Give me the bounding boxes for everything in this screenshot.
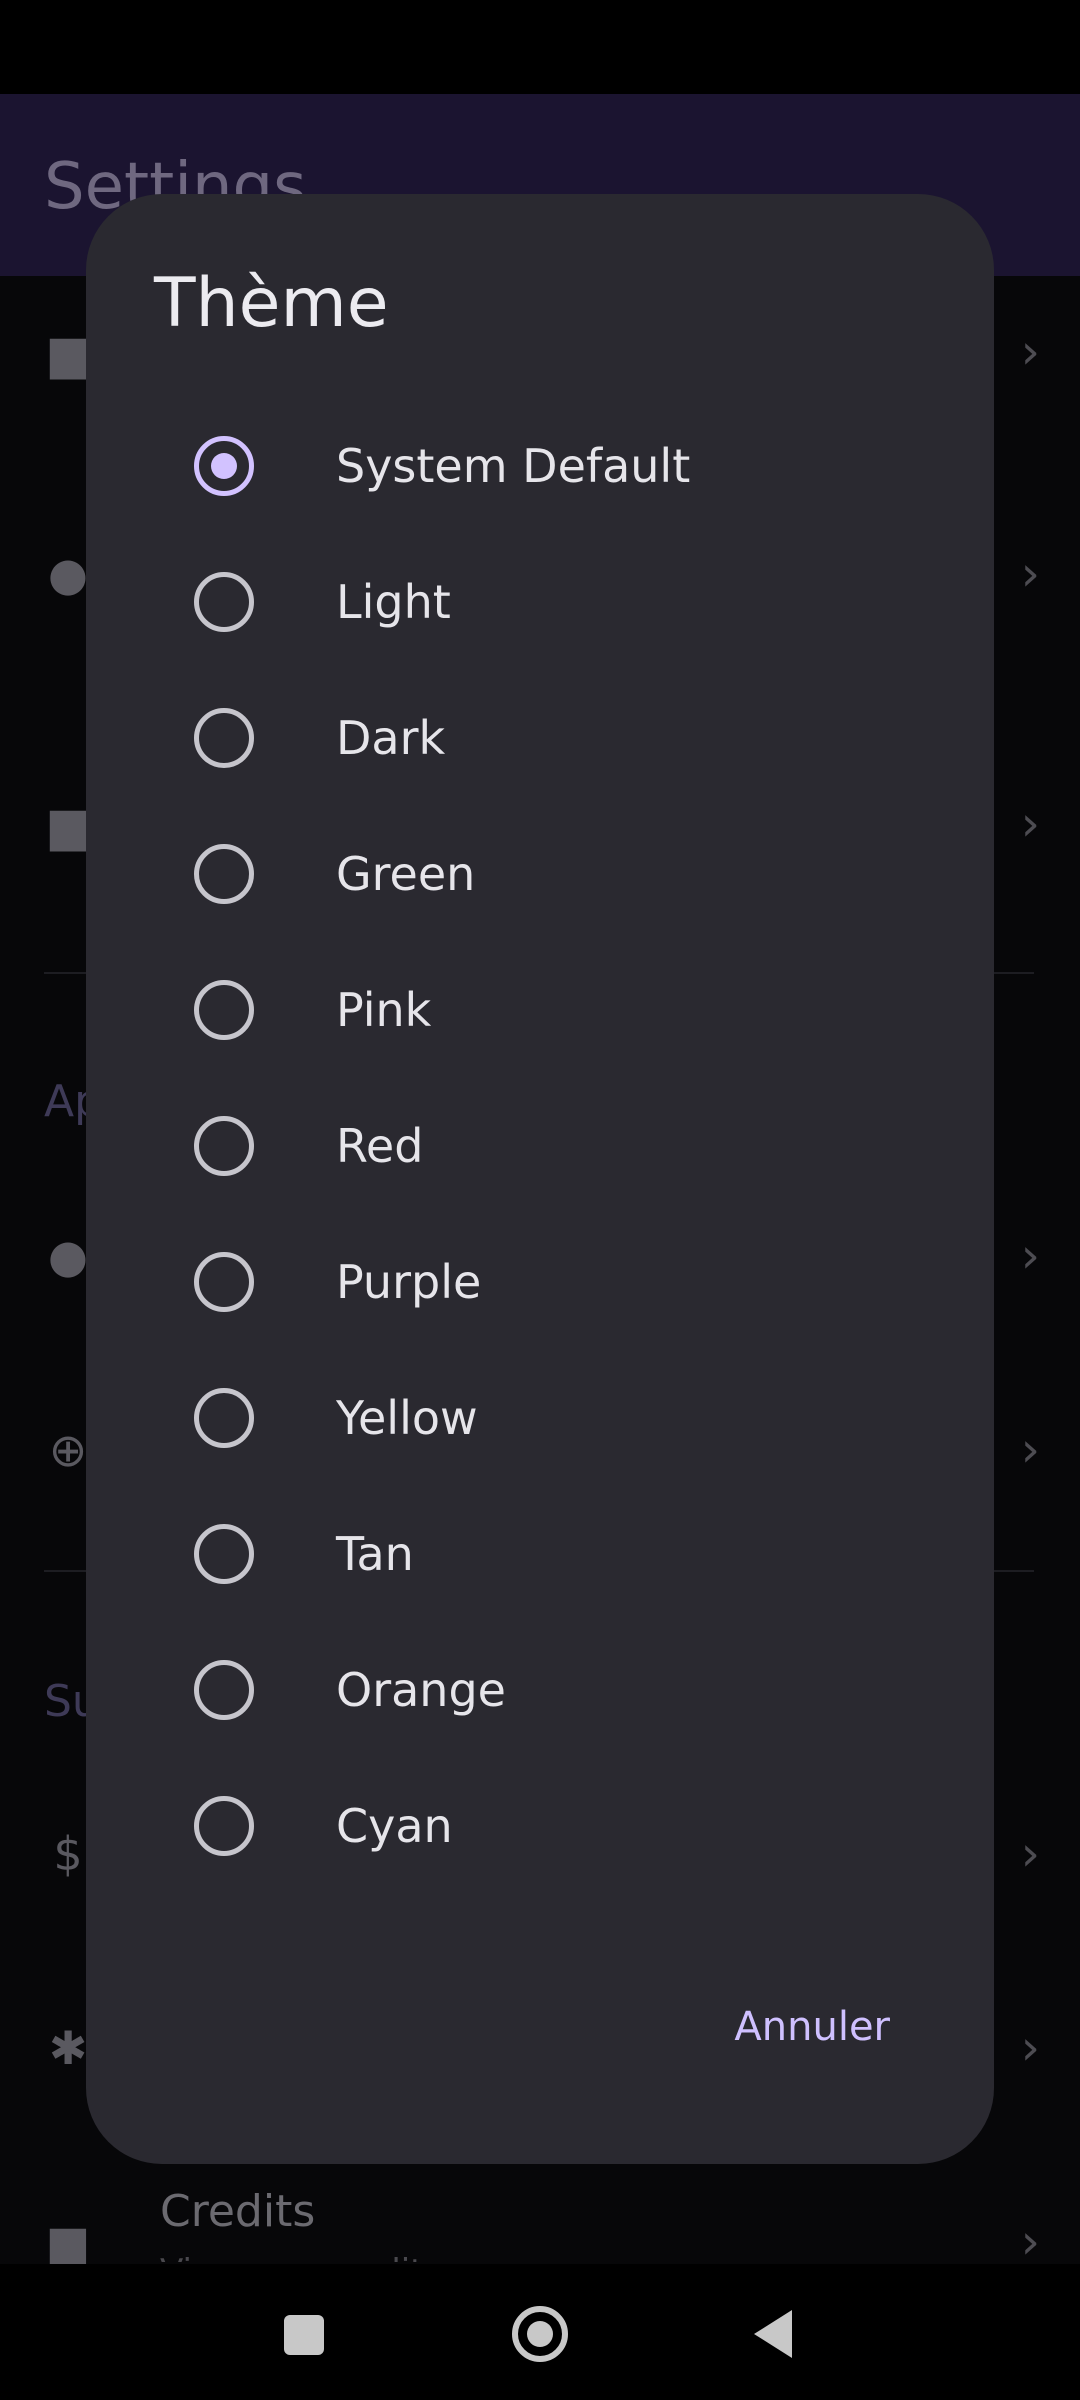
navigation-bar (0, 2264, 1080, 2400)
chevron-right-icon: › (1020, 1228, 1040, 1284)
theme-option-yellow[interactable]: Yellow (86, 1350, 994, 1486)
radio-unchecked-icon[interactable] (194, 844, 254, 904)
chevron-right-icon: › (1020, 2214, 1040, 2270)
radio-unchecked-icon[interactable] (194, 1388, 254, 1448)
cancel-button[interactable]: Annuler (734, 2004, 890, 2050)
chevron-right-icon: › (1020, 324, 1040, 380)
theme-options-list: System Default Light Dark Green Pink Red (86, 398, 994, 1894)
option-label: Pink (336, 983, 432, 1037)
chevron-right-icon: › (1020, 796, 1040, 852)
badge-icon: ▆ (50, 325, 86, 379)
palette-icon: ● (47, 1229, 89, 1283)
option-label: Tan (336, 1527, 414, 1581)
radio-unchecked-icon[interactable] (194, 1660, 254, 1720)
chevron-right-icon: › (1020, 546, 1040, 602)
globe-icon: ⊕ (48, 1423, 88, 1477)
theme-option-cyan[interactable]: Cyan (86, 1758, 994, 1894)
recents-square-icon[interactable] (284, 2315, 324, 2355)
chevron-right-icon: › (1020, 2020, 1040, 2076)
chevron-right-icon: › (1020, 1422, 1040, 1478)
option-label: System Default (336, 439, 691, 493)
theme-option-purple[interactable]: Purple (86, 1214, 994, 1350)
option-label: Purple (336, 1255, 482, 1309)
theme-option-orange[interactable]: Orange (86, 1622, 994, 1758)
radio-unchecked-icon[interactable] (194, 708, 254, 768)
badge-icon: ▆ (50, 797, 86, 851)
radio-unchecked-icon[interactable] (194, 1524, 254, 1584)
dollar-icon: $ (53, 1827, 83, 1881)
theme-option-light[interactable]: Light (86, 534, 994, 670)
option-label: Orange (336, 1663, 506, 1717)
dialog-title: Thème (154, 264, 389, 343)
theme-option-dark[interactable]: Dark (86, 670, 994, 806)
theme-option-tan[interactable]: Tan (86, 1486, 994, 1622)
screen: Settings ▆ › ● › ▆ › Ap ● › ⊕ › Su $ › ✱… (0, 0, 1080, 2400)
radio-unchecked-icon[interactable] (194, 1116, 254, 1176)
chevron-right-icon: › (1020, 1826, 1040, 1882)
info-icon: ● (47, 547, 89, 601)
radio-unchecked-icon[interactable] (194, 980, 254, 1040)
option-label: Light (336, 575, 451, 629)
status-bar (0, 0, 1080, 94)
option-label: Yellow (336, 1391, 478, 1445)
option-label: Cyan (336, 1799, 453, 1853)
bug-icon: ✱ (48, 2021, 88, 2075)
radio-unchecked-icon[interactable] (194, 572, 254, 632)
theme-option-pink[interactable]: Pink (86, 942, 994, 1078)
option-label: Dark (336, 711, 446, 765)
option-label: Red (336, 1119, 424, 1173)
theme-option-system-default[interactable]: System Default (86, 398, 994, 534)
radio-checked-icon[interactable] (194, 436, 254, 496)
theme-option-red[interactable]: Red (86, 1078, 994, 1214)
badge-icon: ▆ (50, 2215, 86, 2269)
back-triangle-icon[interactable] (754, 2310, 792, 2358)
theme-dialog: Thème System Default Light Dark Green Pi… (86, 194, 994, 2164)
credits-subtitle: View app credits (160, 2252, 441, 2262)
credits-title: Credits (160, 2186, 316, 2237)
home-circle-icon[interactable] (512, 2306, 568, 2362)
radio-unchecked-icon[interactable] (194, 1252, 254, 1312)
option-label: Green (336, 847, 476, 901)
radio-unchecked-icon[interactable] (194, 1796, 254, 1856)
theme-option-green[interactable]: Green (86, 806, 994, 942)
